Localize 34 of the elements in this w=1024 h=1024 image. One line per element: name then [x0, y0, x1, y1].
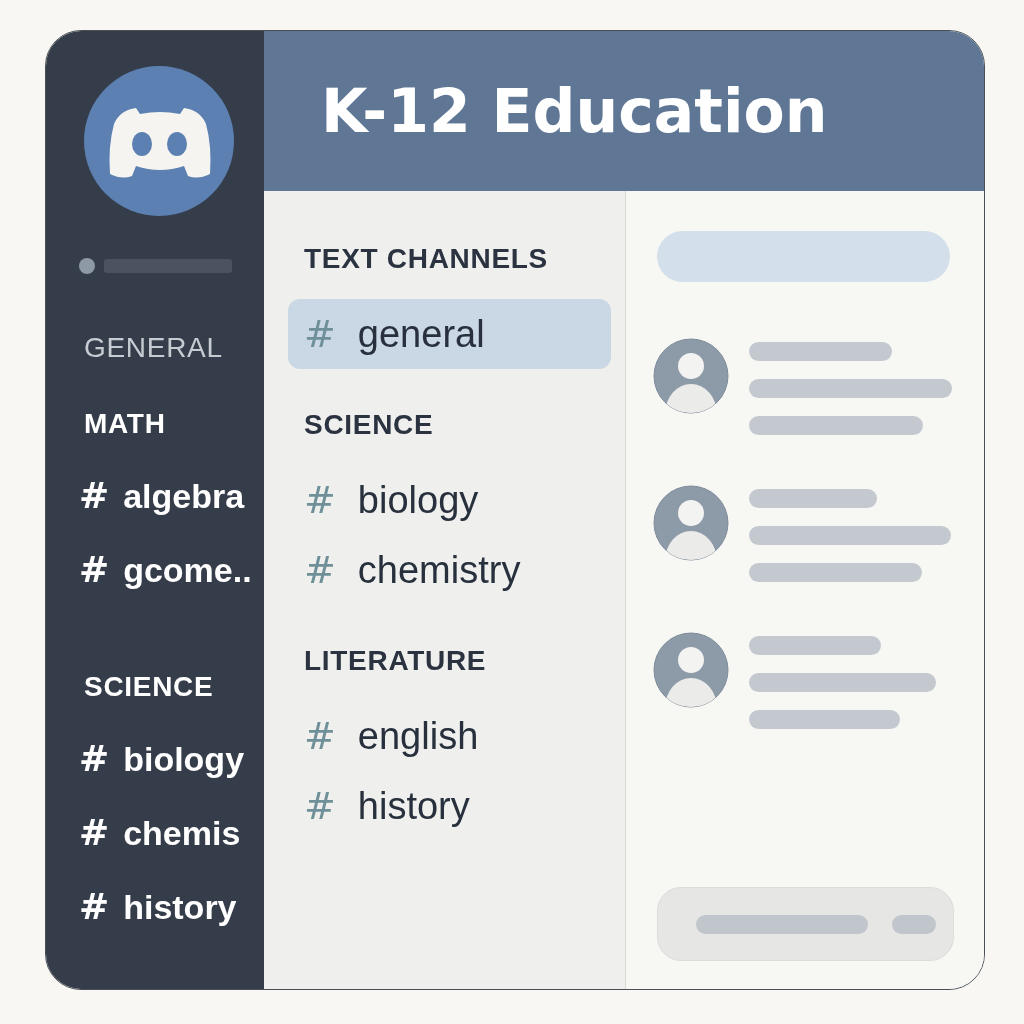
search-field[interactable] — [657, 231, 950, 282]
hash-icon: # — [304, 315, 336, 353]
channel-item[interactable]: # general — [288, 299, 611, 369]
channel-item[interactable]: # biology — [79, 737, 259, 781]
avatar-icon — [653, 485, 729, 561]
channel-item[interactable]: # chemistry — [288, 535, 611, 605]
channel-item[interactable]: # chemis — [79, 811, 259, 855]
channel-item[interactable]: # algebra — [79, 474, 259, 518]
placeholder-bar — [892, 914, 936, 934]
hash-icon: # — [304, 787, 336, 825]
section-title: SCIENCE — [84, 670, 215, 704]
server-title: K-12 Education — [321, 81, 828, 141]
channel-item[interactable]: # history — [79, 885, 259, 929]
section-title: TEXT CHANNELS — [303, 242, 549, 276]
message-input-field[interactable] — [657, 887, 954, 961]
avatar-icon — [653, 632, 729, 708]
hash-icon: # — [79, 741, 110, 777]
section-title: SCIENCE — [303, 408, 435, 442]
hash-icon: # — [79, 552, 110, 588]
channel-item[interactable]: # history — [288, 771, 611, 841]
channel-item[interactable]: # english — [288, 701, 611, 771]
section-title: MATH — [84, 407, 167, 441]
section-title: GENERAL — [84, 331, 224, 365]
logo-icon[interactable] — [84, 66, 234, 216]
hash-icon: # — [79, 478, 110, 514]
avatar-icon — [653, 338, 729, 414]
channel-item[interactable]: # biology — [288, 465, 611, 535]
hash-icon: # — [79, 815, 110, 851]
section-title: LITERATURE — [303, 644, 488, 678]
channel-item[interactable]: # gcome.. — [79, 548, 259, 592]
hash-icon: # — [304, 551, 336, 589]
hash-icon: # — [304, 717, 336, 755]
hash-icon: # — [79, 889, 110, 925]
hash-icon: # — [304, 481, 336, 519]
